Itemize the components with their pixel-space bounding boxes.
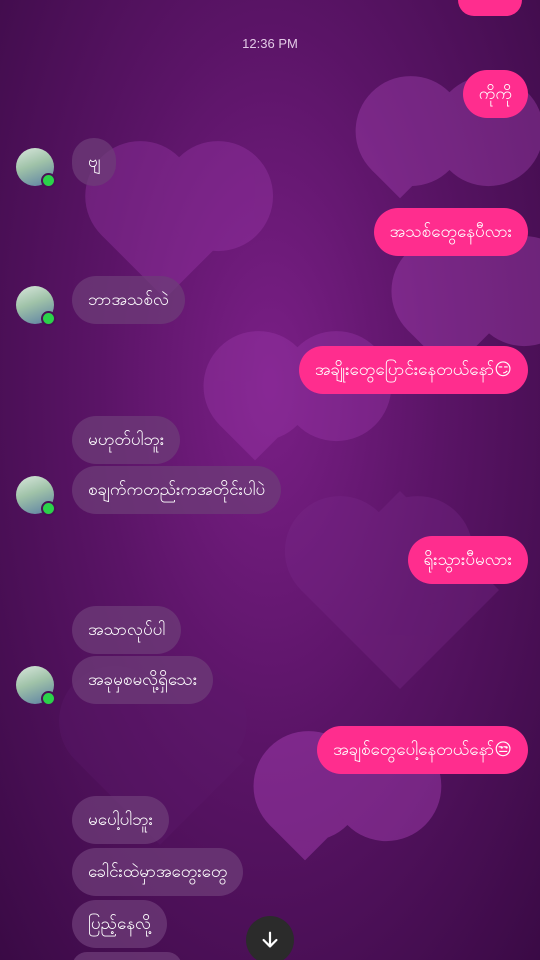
online-indicator [41, 173, 56, 188]
message-bubble-outgoing[interactable]: အချိုးတွေပြောင်းနေတယ်နော်😏 [298, 346, 528, 394]
message-bubble-incoming[interactable]: အသာလုပ်ပါ [72, 606, 182, 654]
arrow-down-icon [262, 931, 278, 948]
chat-thread[interactable]: 12:36 PM ကိုကို ဗျ အသစ်တွေနေပီလား ဘာအသစ်… [0, 0, 540, 960]
previous-message-bubble [458, 0, 522, 16]
scroll-to-bottom-button[interactable] [246, 916, 294, 960]
message-bubble-incoming[interactable]: အခုမှစမလို့ရှိသေး [72, 656, 214, 704]
message-bubble-incoming[interactable]: မဟုတ်ပါဘူး [72, 416, 181, 464]
message-bubble-incoming[interactable]: ဗျ [72, 138, 117, 186]
message-bubble-outgoing[interactable]: အသစ်တွေနေပီလား [373, 208, 528, 256]
message-bubble-outgoing[interactable]: အချစ်တွေပေါ့နေတယ်နော်😒 [317, 726, 528, 774]
message-bubble-outgoing[interactable]: ရိုးသွားပီမလား [407, 536, 528, 584]
avatar[interactable] [16, 286, 56, 326]
message-bubble-outgoing[interactable]: ကိုကို [462, 70, 528, 118]
avatar[interactable] [16, 666, 56, 706]
message-bubble-incoming[interactable]: စချက်ကတည်းကအတိုင်းပါပဲ [72, 466, 282, 514]
message-bubble-incoming[interactable]: ပြည့်နေလို့ [72, 900, 167, 948]
message-bubble-incoming[interactable]: ခေါင်းထဲမှာအတွေးတွေ [72, 848, 244, 896]
online-indicator [41, 501, 56, 516]
message-bubble-incoming[interactable]: မပေါ့ပါဘူး [72, 796, 169, 844]
avatar[interactable] [16, 476, 56, 516]
avatar[interactable] [16, 148, 56, 188]
message-bubble-incoming[interactable]: ဘာအသစ်လဲ [72, 276, 185, 324]
timestamp: 12:36 PM [242, 36, 298, 51]
message-bubble-incoming-partial [72, 952, 182, 960]
online-indicator [41, 311, 56, 326]
online-indicator [41, 691, 56, 706]
